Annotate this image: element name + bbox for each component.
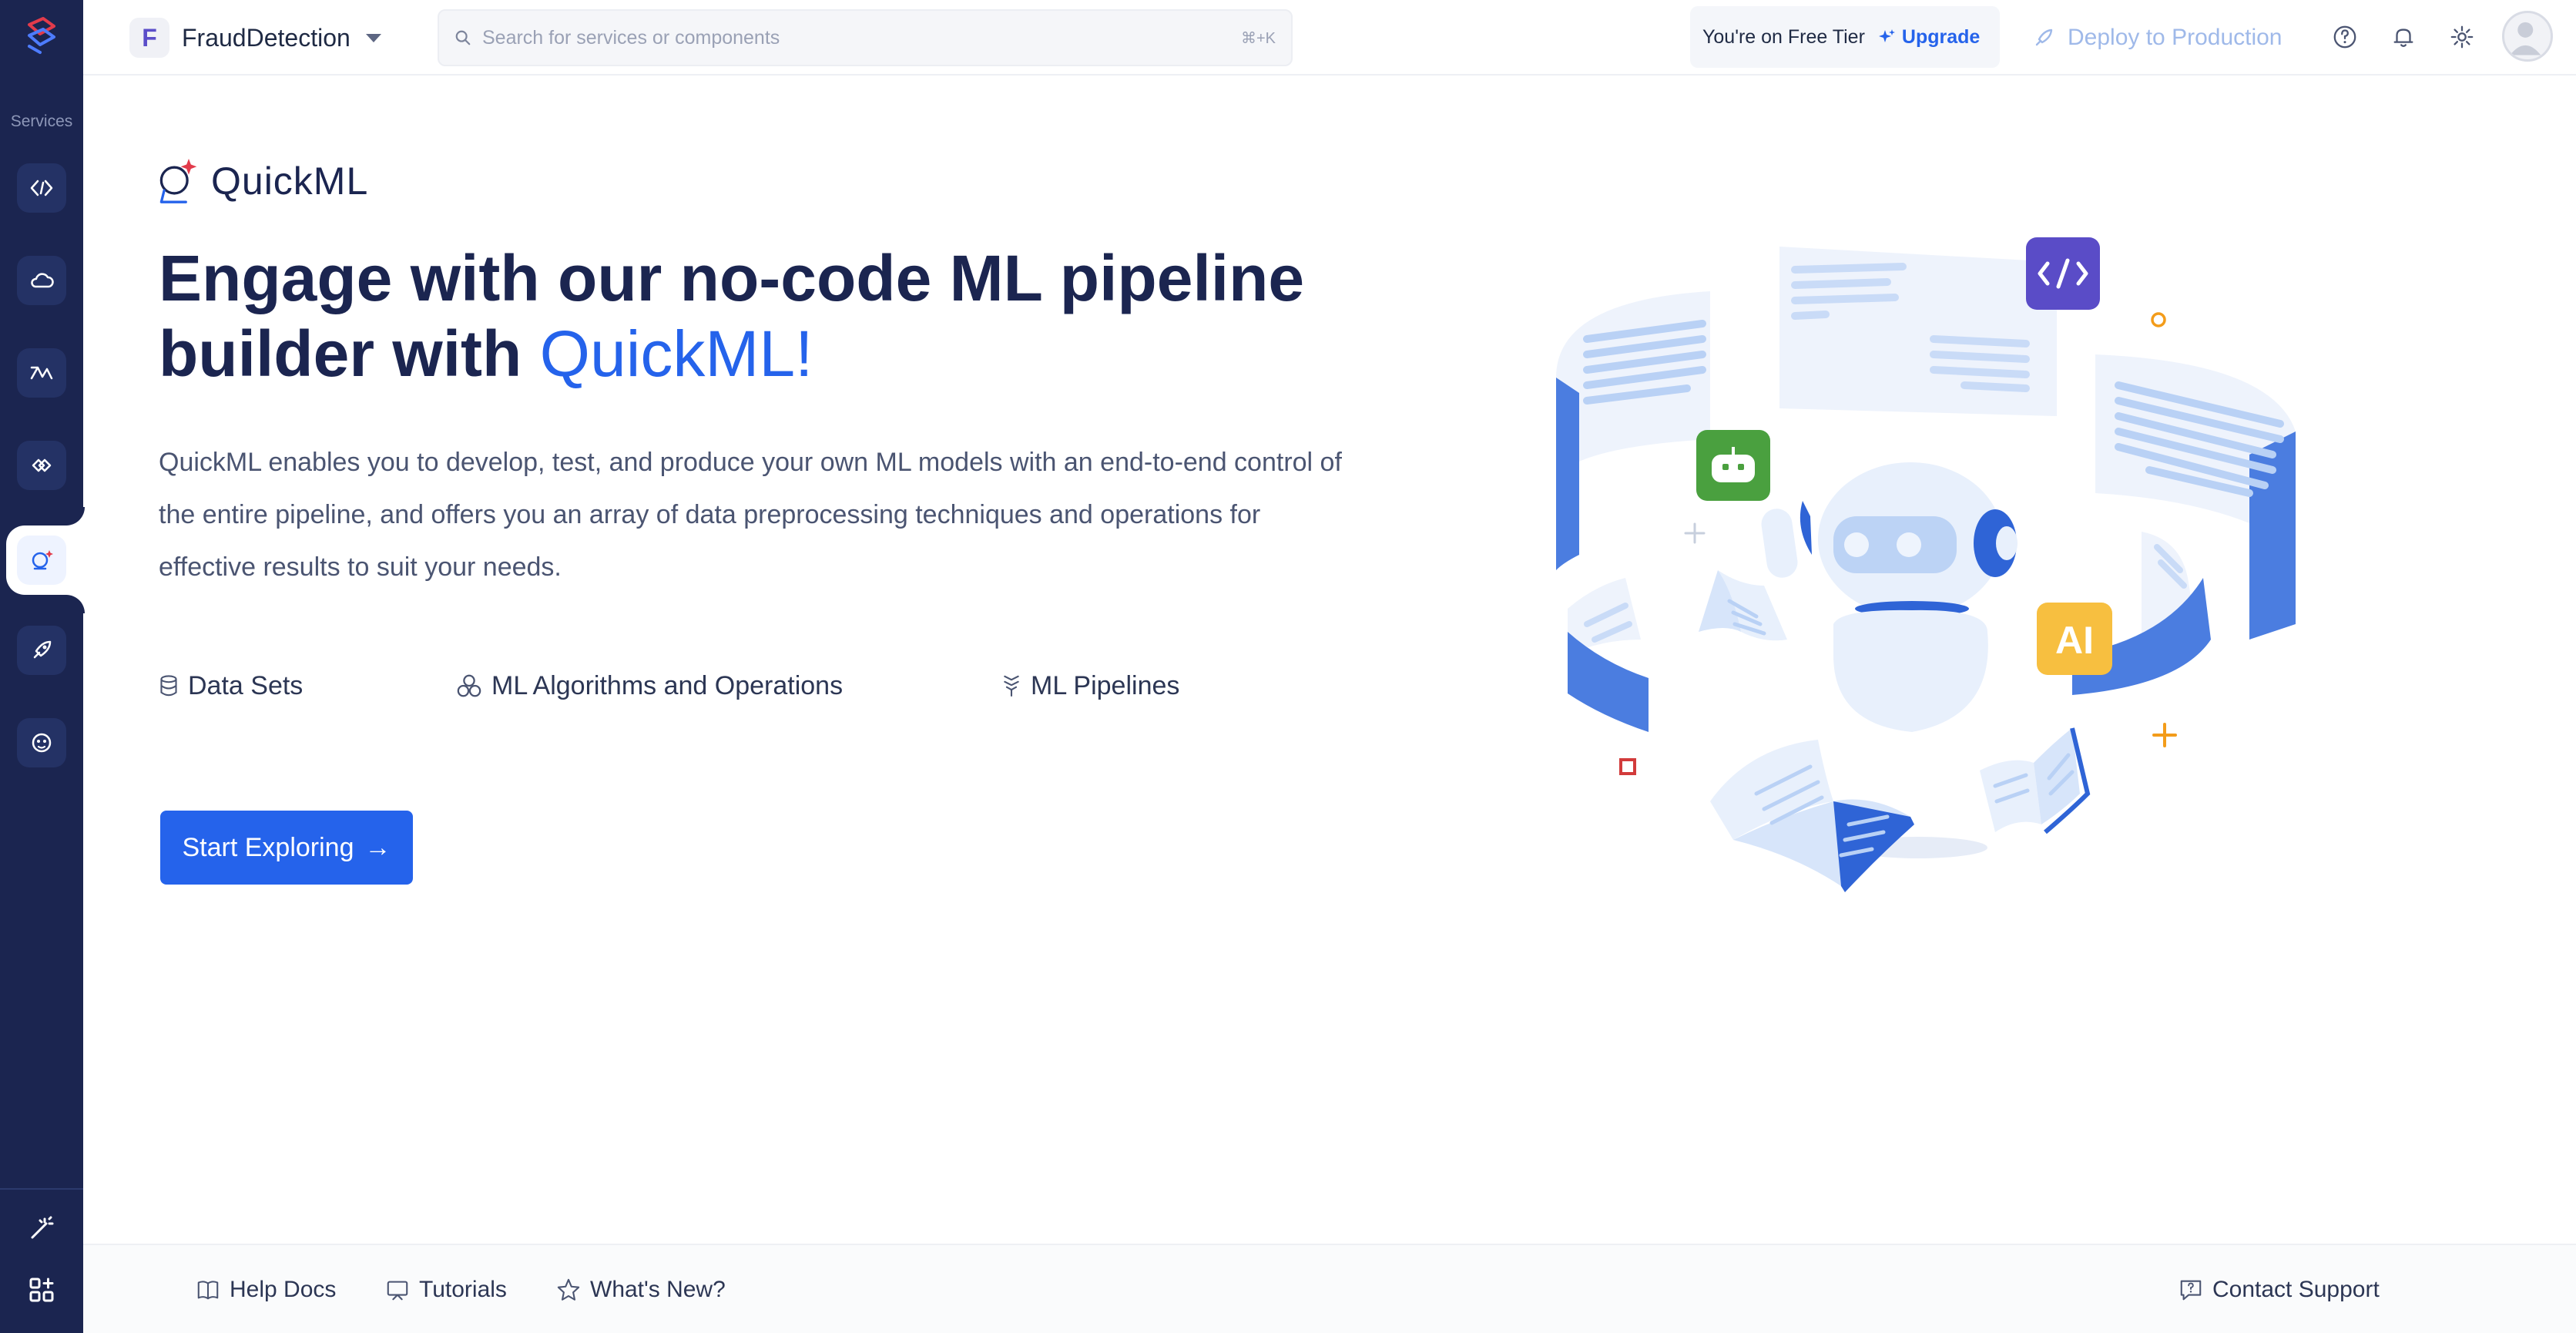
tutorials-label: Tutorials xyxy=(419,1277,507,1302)
back-paper-center xyxy=(1779,247,2057,416)
sidebar-item-quickml[interactable] xyxy=(17,536,66,585)
help-docs-link[interactable]: Help Docs xyxy=(196,1273,336,1307)
star-icon xyxy=(557,1278,580,1301)
decor-square-icon xyxy=(1619,758,1636,775)
sidebar-item-exchange[interactable] xyxy=(17,441,66,490)
free-tier-text: You're on Free Tier xyxy=(1702,25,1865,48)
sidebar-item-analytics[interactable] xyxy=(17,348,66,398)
book-open-front xyxy=(1710,740,1914,892)
sidebar-divider xyxy=(0,1188,83,1190)
quickml-icon xyxy=(32,550,53,570)
magic-wand-icon[interactable] xyxy=(23,1210,60,1247)
book-icon xyxy=(197,1281,219,1300)
analytics-icon xyxy=(30,366,53,380)
sidebar-item-cloud[interactable] xyxy=(17,256,66,305)
code-badge-icon xyxy=(2026,237,2100,310)
notification-bell-icon[interactable] xyxy=(2386,20,2420,54)
quickml-brand: QuickML xyxy=(154,154,368,208)
upgrade-label: Upgrade xyxy=(1901,25,1981,48)
back-paper-left xyxy=(1556,291,1710,570)
database-icon xyxy=(160,675,177,697)
algorithm-icon xyxy=(457,674,481,697)
contact-support-link[interactable]: Contact Support xyxy=(2179,1273,2380,1307)
headline-highlight: QuickML! xyxy=(539,317,813,390)
sidebar: Services xyxy=(0,0,85,1333)
svg-text:AI: AI xyxy=(2055,619,2094,662)
whats-new-link[interactable]: What's New? xyxy=(556,1273,726,1307)
book-open-right xyxy=(1980,727,2091,834)
search-placeholder: Search for services or components xyxy=(482,26,780,49)
rocket-icon xyxy=(33,640,52,659)
project-name: FraudDetection xyxy=(182,23,351,52)
rocket-icon xyxy=(2035,29,2053,46)
pipeline-icon xyxy=(1004,675,1019,697)
footer-bar: Help Docs Tutorials What's New? Contact … xyxy=(83,1244,2576,1333)
settings-gear-icon[interactable] xyxy=(2445,20,2479,54)
support-chat-icon xyxy=(2180,1280,2202,1301)
feature-label: ML Algorithms and Operations xyxy=(491,670,844,700)
top-header: F FraudDetection Search for services or … xyxy=(83,0,2576,76)
decor-plus-orange-icon xyxy=(2152,723,2177,747)
feature-data-sets: Data Sets xyxy=(159,664,303,707)
search-input[interactable]: Search for services or components ⌘+K xyxy=(438,9,1293,66)
apps-add-icon[interactable] xyxy=(23,1271,60,1308)
sidebar-item-rocket[interactable] xyxy=(17,626,66,675)
quickml-logo-icon xyxy=(159,158,197,203)
decor-plus-gray-icon xyxy=(1684,522,1706,544)
help-docs-label: Help Docs xyxy=(230,1277,337,1302)
user-avatar[interactable] xyxy=(2502,11,2553,62)
app-logo-icon[interactable] xyxy=(20,14,63,57)
feature-ml-algorithms: ML Algorithms and Operations xyxy=(456,664,843,707)
page-headline: Engage with our no-code ML pipeline buil… xyxy=(159,240,1391,391)
feature-label: ML Pipelines xyxy=(1031,670,1180,700)
deploy-label: Deploy to Production xyxy=(2068,25,2283,50)
start-exploring-button[interactable]: Start Exploring → xyxy=(160,811,413,885)
search-shortcut: ⌘+K xyxy=(1240,29,1276,47)
ai-badge-icon: AI xyxy=(2037,603,2112,675)
bot-badge-icon xyxy=(1696,430,1770,501)
cloud-icon xyxy=(31,273,54,288)
sidebar-section-label: Services xyxy=(10,112,73,130)
bot-face-icon xyxy=(32,733,52,753)
whats-new-label: What's New? xyxy=(590,1277,726,1302)
feature-label: Data Sets xyxy=(188,670,304,700)
presentation-icon xyxy=(387,1281,408,1301)
code-brackets-icon xyxy=(30,180,53,196)
contact-support-label: Contact Support xyxy=(2212,1277,2380,1302)
project-switcher[interactable]: F FraudDetection xyxy=(129,15,381,60)
front-paper-left xyxy=(1568,578,1649,732)
sidebar-item-code[interactable] xyxy=(17,163,66,213)
brand-name: QuickML xyxy=(211,159,369,203)
search-icon xyxy=(455,30,471,45)
page-description: QuickML enables you to develop, test, an… xyxy=(159,448,1342,582)
help-icon[interactable] xyxy=(2328,20,2362,54)
upgrade-link[interactable]: Upgrade xyxy=(1877,26,1980,49)
sparkle-icon xyxy=(1878,29,1895,42)
project-avatar: F xyxy=(129,18,169,58)
decor-circle-icon xyxy=(2151,312,2166,327)
sidebar-item-bot[interactable] xyxy=(17,718,66,767)
book-flying-left xyxy=(1699,570,1787,641)
exchange-icon xyxy=(32,458,52,472)
quickml-hero-illustration: AI xyxy=(1556,237,2296,892)
arrow-right-icon: → xyxy=(364,832,391,862)
feature-ml-pipelines: ML Pipelines xyxy=(1001,664,1179,707)
deploy-to-production-button[interactable]: Deploy to Production xyxy=(2032,17,2283,59)
chevron-down-icon xyxy=(365,33,381,42)
free-tier-banner: You're on Free Tier Upgrade xyxy=(1690,6,2000,68)
tutorials-link[interactable]: Tutorials xyxy=(385,1273,507,1307)
cta-label: Start Exploring xyxy=(182,832,354,862)
